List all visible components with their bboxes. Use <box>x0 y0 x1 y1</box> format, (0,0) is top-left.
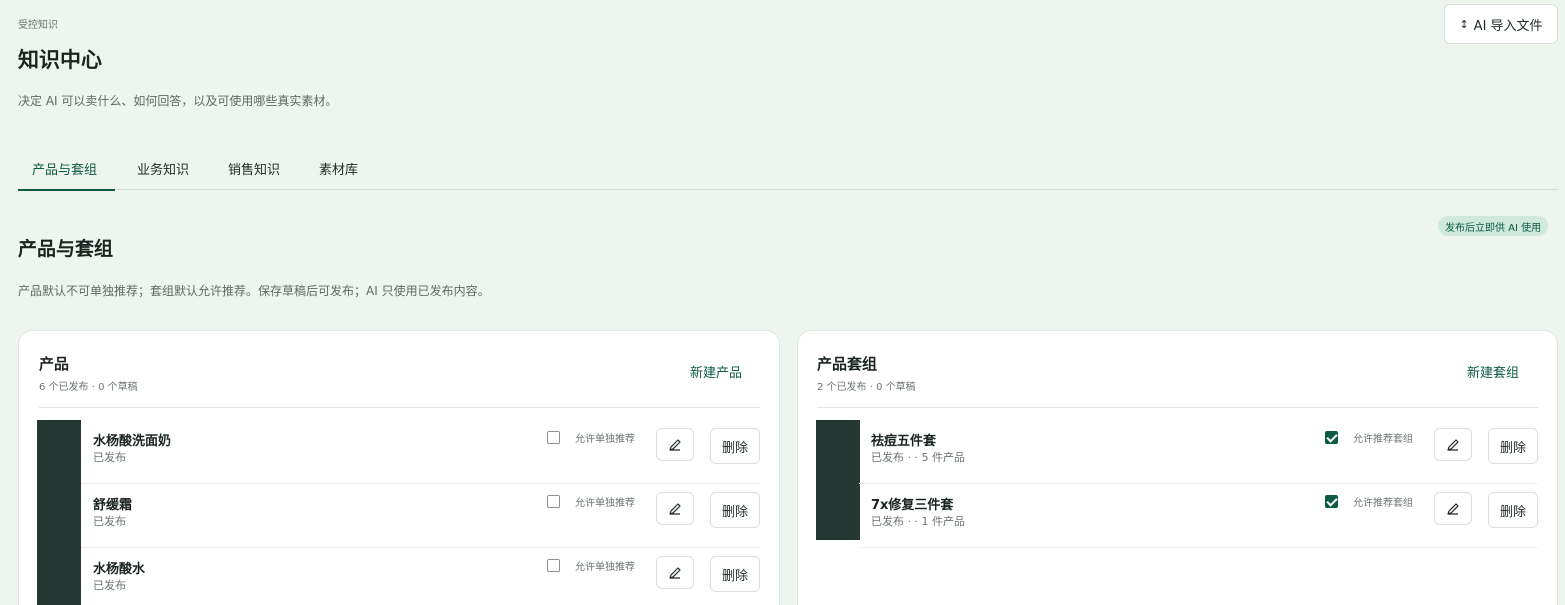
row-divider <box>859 547 1538 548</box>
bundles-panel-title: 产品套组 <box>817 355 878 373</box>
publish-status-badge: 发布后立即供 AI 使用 <box>1438 216 1549 236</box>
bundles-panel: 产品套组 2 个已发布 · 0 个草稿 新建套组 祛痘五件套 已发布 · · 5… <box>797 330 1558 605</box>
bundle-status: 已发布 · · 1 件产品 <box>871 515 965 528</box>
products-panel-title: 产品 <box>39 355 70 373</box>
tab-label: 产品与套组 <box>32 163 98 178</box>
product-name: 水杨酸水 <box>93 562 146 577</box>
pencil-icon <box>1447 502 1459 515</box>
products-panel: 产品 6 个已发布 · 0 个草稿 新建产品 水杨酸洗面奶 已发布 允许单独推荐… <box>18 330 780 605</box>
section-description: 产品默认不可单独推荐；套组默认允许推荐。保存草稿后可发布；AI 只使用已发布内容… <box>18 284 490 298</box>
product-status: 已发布 <box>93 515 126 528</box>
allow-bundle-recommend-checkbox[interactable] <box>1325 431 1338 444</box>
product-status: 已发布 <box>93 579 126 592</box>
tab-sales-knowledge[interactable]: 销售知识 <box>228 152 280 190</box>
delete-button[interactable]: 删除 <box>710 492 760 528</box>
delete-button[interactable]: 删除 <box>710 428 760 464</box>
product-row: 舒缓霜 已发布 允许单独推荐 删除 <box>19 484 779 548</box>
edit-button[interactable] <box>656 428 694 461</box>
divider <box>817 407 1538 408</box>
bundles-summary: 2 个已发布 · 0 个草稿 <box>817 382 916 393</box>
divider <box>39 407 760 408</box>
bundle-status: 已发布 · · 5 件产品 <box>871 451 965 464</box>
pencil-icon <box>669 502 681 515</box>
product-name: 舒缓霜 <box>93 498 133 513</box>
allow-bundle-recommend-label: 允许推荐套组 <box>1353 434 1413 445</box>
pencil-icon <box>669 566 681 579</box>
knowledge-center-page: 受控知识 知识中心 决定 AI 可以卖什么、如何回答，以及可使用哪些真实素材。 … <box>0 0 1565 605</box>
page-title: 知识中心 <box>18 48 102 72</box>
allow-single-recommend-checkbox[interactable] <box>547 431 560 444</box>
bundle-name: 祛痘五件套 <box>871 434 937 449</box>
delete-button[interactable]: 删除 <box>1488 428 1538 464</box>
tab-label: 业务知识 <box>137 163 190 178</box>
bundle-row: 7x修复三件套 已发布 · · 1 件产品 允许推荐套组 删除 <box>798 484 1557 548</box>
bundle-row: 祛痘五件套 已发布 · · 5 件产品 允许推荐套组 删除 <box>798 420 1557 484</box>
upload-arrows-icon: ↕ <box>1459 17 1469 31</box>
section-title: 产品与套组 <box>18 238 114 260</box>
page-description: 决定 AI 可以卖什么、如何回答，以及可使用哪些真实素材。 <box>18 94 338 108</box>
tab-business-knowledge[interactable]: 业务知识 <box>137 152 189 190</box>
allow-bundle-recommend-label: 允许推荐套组 <box>1353 498 1413 509</box>
allow-single-recommend-checkbox[interactable] <box>547 495 560 508</box>
product-row: 水杨酸水 已发布 允许单独推荐 删除 <box>19 548 779 605</box>
allow-bundle-recommend-checkbox[interactable] <box>1325 495 1338 508</box>
edit-button[interactable] <box>656 492 694 525</box>
tab-label: 素材库 <box>319 163 359 178</box>
allow-single-recommend-label: 允许单独推荐 <box>575 562 635 573</box>
product-row: 水杨酸洗面奶 已发布 允许单独推荐 删除 <box>19 420 779 484</box>
edit-button[interactable] <box>656 556 694 589</box>
edit-button[interactable] <box>1434 492 1472 525</box>
tab-label: 销售知识 <box>228 163 281 178</box>
pencil-icon <box>1447 438 1459 451</box>
ai-import-file-button[interactable]: ↕ AI 导入文件 <box>1444 4 1558 44</box>
products-summary: 6 个已发布 · 0 个草稿 <box>39 382 138 393</box>
product-name: 水杨酸洗面奶 <box>93 434 172 449</box>
tab-materials[interactable]: 素材库 <box>319 152 358 190</box>
tab-products-bundles[interactable]: 产品与套组 <box>18 152 115 191</box>
new-product-button[interactable]: 新建产品 <box>690 362 742 381</box>
bundle-name: 7x修复三件套 <box>871 498 954 513</box>
delete-button[interactable]: 删除 <box>710 556 760 592</box>
edit-button[interactable] <box>1434 428 1472 461</box>
new-bundle-button[interactable]: 新建套组 <box>1467 362 1519 381</box>
allow-single-recommend-label: 允许单独推荐 <box>575 434 635 445</box>
product-status: 已发布 <box>93 451 126 464</box>
tab-bar: 产品与套组 业务知识 销售知识 素材库 <box>18 152 1558 191</box>
ai-import-file-label: AI 导入文件 <box>1473 18 1543 34</box>
delete-button[interactable]: 删除 <box>1488 492 1538 528</box>
allow-single-recommend-label: 允许单独推荐 <box>575 498 635 509</box>
page-eyebrow: 受控知识 <box>18 20 58 31</box>
allow-single-recommend-checkbox[interactable] <box>547 559 560 572</box>
pencil-icon <box>669 438 681 451</box>
